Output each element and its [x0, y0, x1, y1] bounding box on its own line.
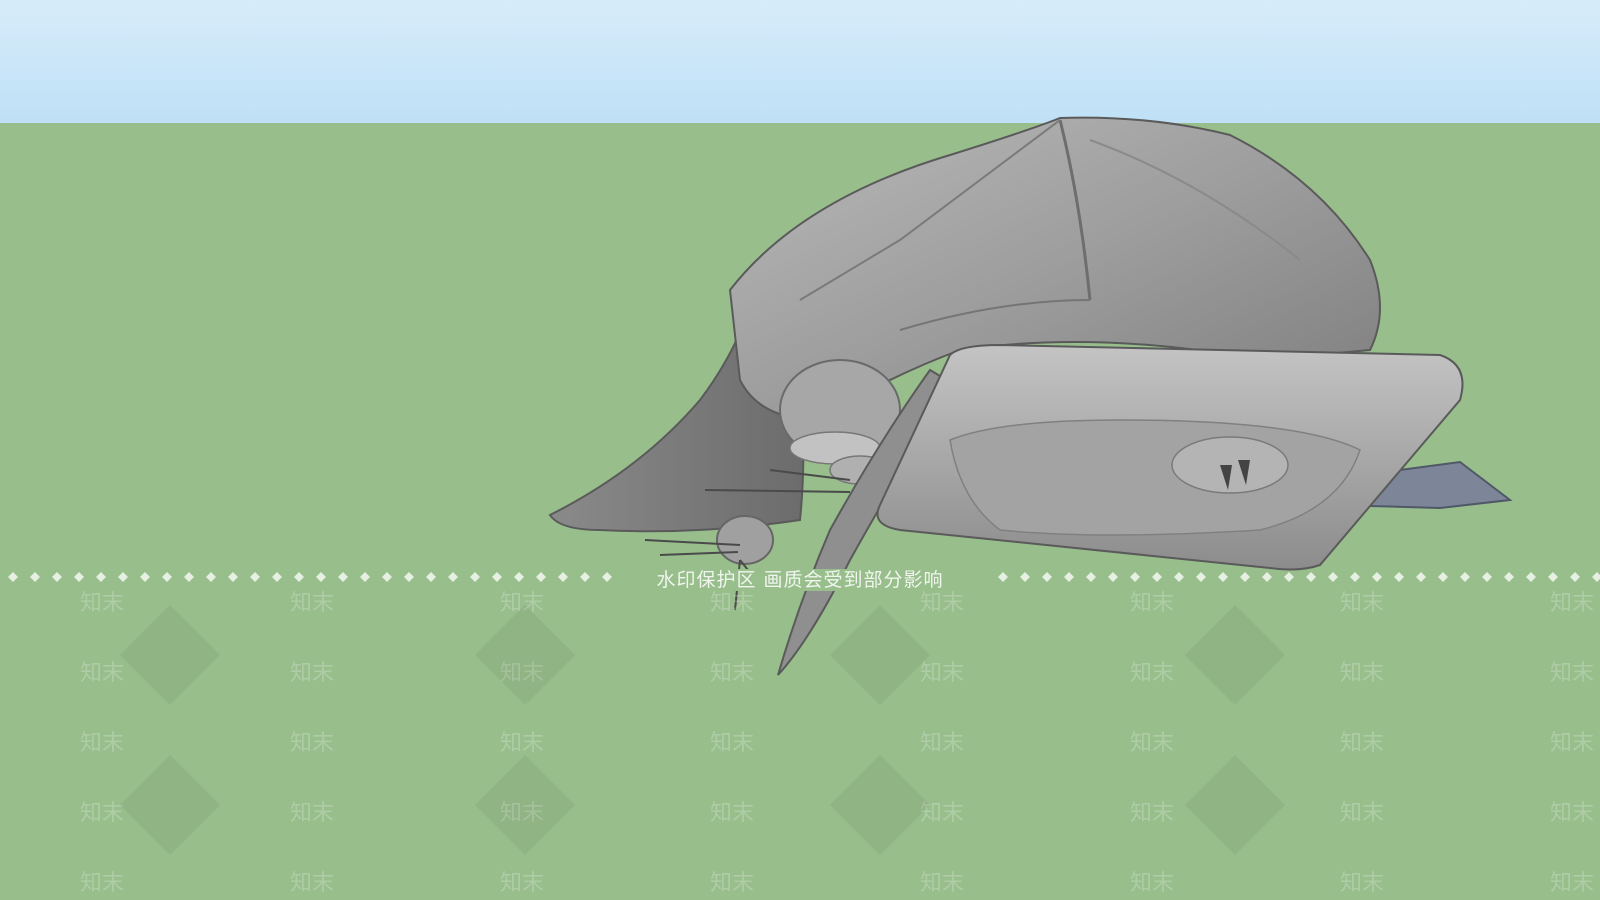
watermark-band: 水印保护区 画质会受到部分影响 [0, 562, 1600, 592]
small-head [716, 515, 774, 565]
3d-model-shell-sculpture[interactable] [0, 0, 1600, 900]
watermark-notice: 水印保护区 画质会受到部分影响 [0, 565, 1600, 592]
sketchup-viewport[interactable]: 水印保护区 画质会受到部分影响 知末 知末 知末 知末 知末 知末 知末 知末 知末 知末 知末 知末… [0, 0, 1600, 900]
